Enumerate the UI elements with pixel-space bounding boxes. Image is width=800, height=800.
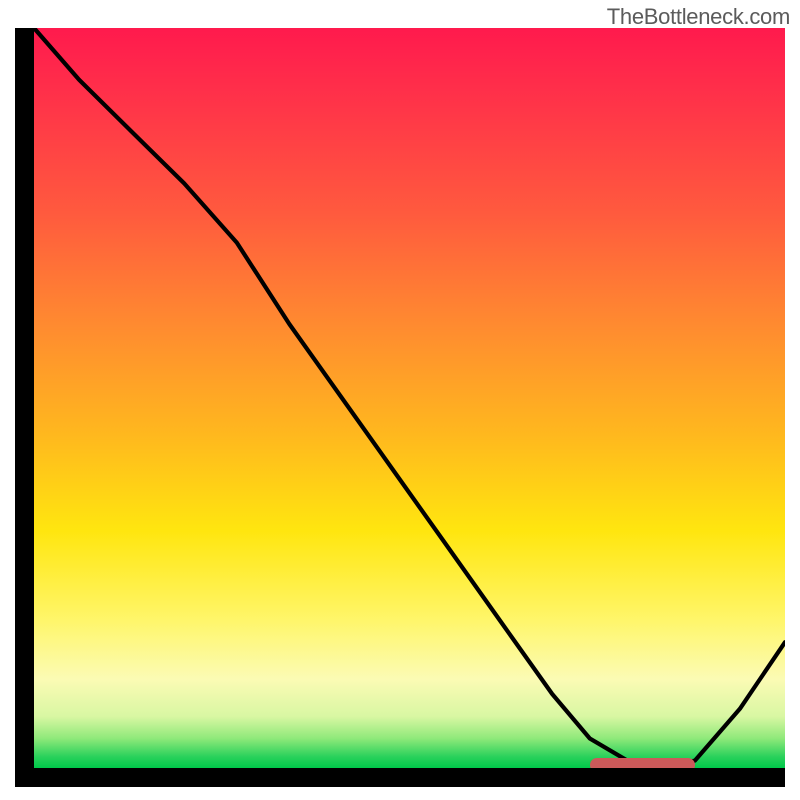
chart-frame: TheBottleneck.com xyxy=(0,0,800,800)
axis-left xyxy=(15,28,34,785)
axis-bottom xyxy=(15,768,785,787)
plot-area xyxy=(34,28,785,768)
attribution-label: TheBottleneck.com xyxy=(607,4,790,30)
heat-gradient xyxy=(34,28,785,768)
optimal-range-marker xyxy=(590,758,695,768)
